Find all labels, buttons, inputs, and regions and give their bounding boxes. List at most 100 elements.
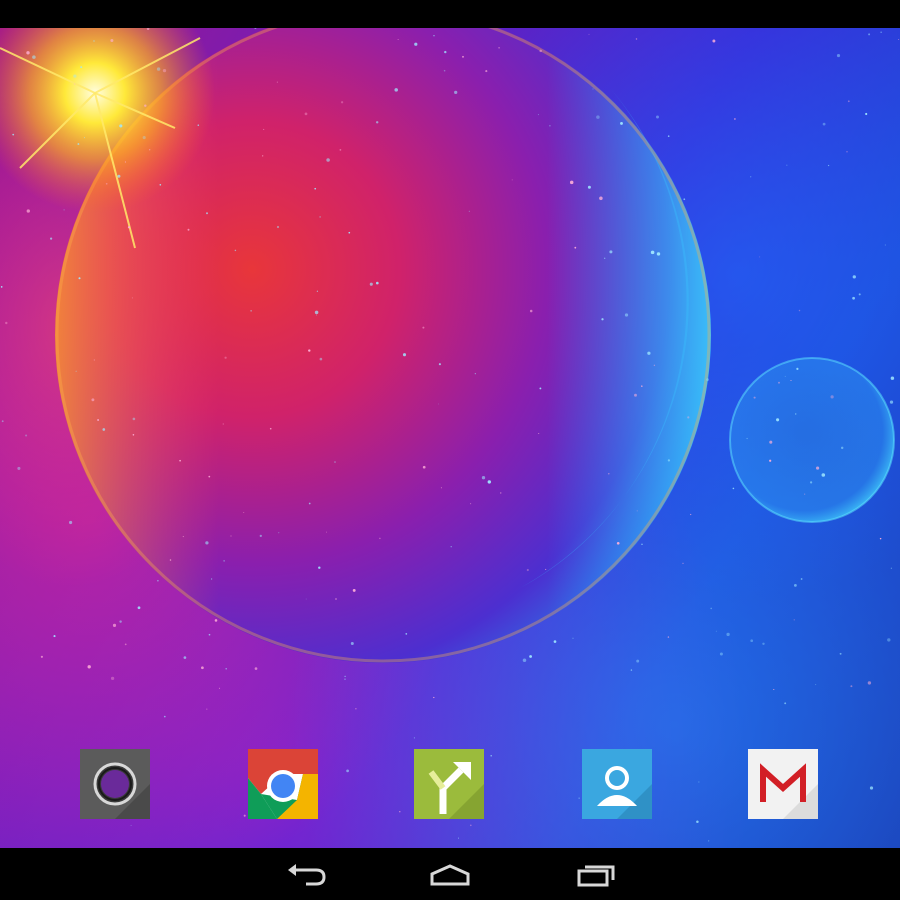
star (319, 357, 323, 361)
star (119, 620, 122, 623)
star (304, 112, 308, 116)
star (852, 275, 856, 279)
star (26, 209, 30, 213)
star (827, 164, 830, 167)
navigation-icon (414, 749, 484, 819)
star (798, 309, 801, 312)
people-app-icon[interactable] (581, 748, 653, 820)
star (778, 381, 780, 384)
star (17, 466, 21, 470)
star (206, 708, 208, 710)
star (815, 684, 817, 686)
star (624, 313, 629, 317)
star (69, 520, 73, 525)
star (87, 665, 91, 669)
star (769, 459, 772, 462)
star (132, 434, 135, 436)
star (305, 598, 307, 600)
star (712, 39, 716, 43)
star (522, 658, 527, 662)
star (243, 512, 245, 513)
back-button[interactable] (276, 858, 336, 890)
star (470, 503, 472, 505)
star (682, 562, 684, 564)
star (884, 244, 886, 246)
star (773, 688, 775, 691)
star (588, 33, 590, 35)
star (394, 88, 398, 92)
star (182, 536, 184, 538)
star (587, 185, 591, 189)
star (746, 437, 748, 440)
camera-app-icon[interactable] (79, 748, 151, 820)
star (225, 667, 227, 670)
star (596, 115, 600, 119)
chrome-app-icon[interactable] (247, 748, 319, 820)
star (776, 418, 780, 422)
home-screen (0, 0, 900, 900)
star (800, 578, 803, 580)
star (846, 150, 848, 153)
star (847, 100, 850, 103)
star (498, 46, 500, 49)
star (656, 115, 659, 119)
star (73, 83, 76, 85)
star (786, 164, 788, 166)
star (687, 416, 690, 419)
star (223, 560, 225, 562)
star (326, 158, 330, 162)
star (335, 598, 337, 600)
star (793, 619, 795, 621)
star (890, 567, 893, 569)
star (690, 513, 692, 516)
star (500, 492, 502, 494)
star (898, 39, 900, 41)
star (553, 640, 557, 643)
star (793, 583, 797, 587)
star (750, 176, 752, 178)
star (734, 118, 736, 120)
star (254, 28, 257, 30)
gmail-app-icon[interactable] (747, 748, 819, 820)
star (880, 31, 882, 33)
star (454, 90, 458, 95)
star (616, 541, 620, 545)
star (769, 440, 773, 444)
star (867, 681, 872, 685)
star (634, 393, 637, 397)
chrome-icon (248, 749, 318, 819)
navigation-app-icon[interactable] (413, 748, 485, 820)
star (762, 642, 765, 645)
star (836, 54, 841, 58)
star (316, 290, 319, 292)
star (839, 652, 842, 655)
star (569, 180, 574, 185)
star (91, 398, 95, 402)
star (77, 143, 80, 145)
star (156, 67, 161, 71)
star (444, 50, 447, 54)
star (208, 475, 211, 478)
star (117, 174, 121, 178)
star (149, 149, 151, 151)
star (25, 434, 28, 437)
home-button[interactable] (420, 858, 480, 890)
star (124, 643, 127, 646)
star (539, 387, 542, 390)
star (201, 666, 204, 670)
star (263, 128, 265, 130)
recents-button[interactable] (565, 858, 625, 890)
star (318, 566, 321, 569)
star (124, 161, 126, 163)
star (529, 655, 532, 658)
camera-icon (80, 749, 150, 819)
space-wallpaper-image (0, 28, 900, 842)
star (457, 837, 459, 839)
star (222, 423, 224, 425)
star (667, 459, 671, 462)
star (879, 537, 882, 540)
star (759, 256, 761, 258)
star (397, 38, 399, 40)
star (276, 225, 280, 229)
star (224, 356, 227, 359)
